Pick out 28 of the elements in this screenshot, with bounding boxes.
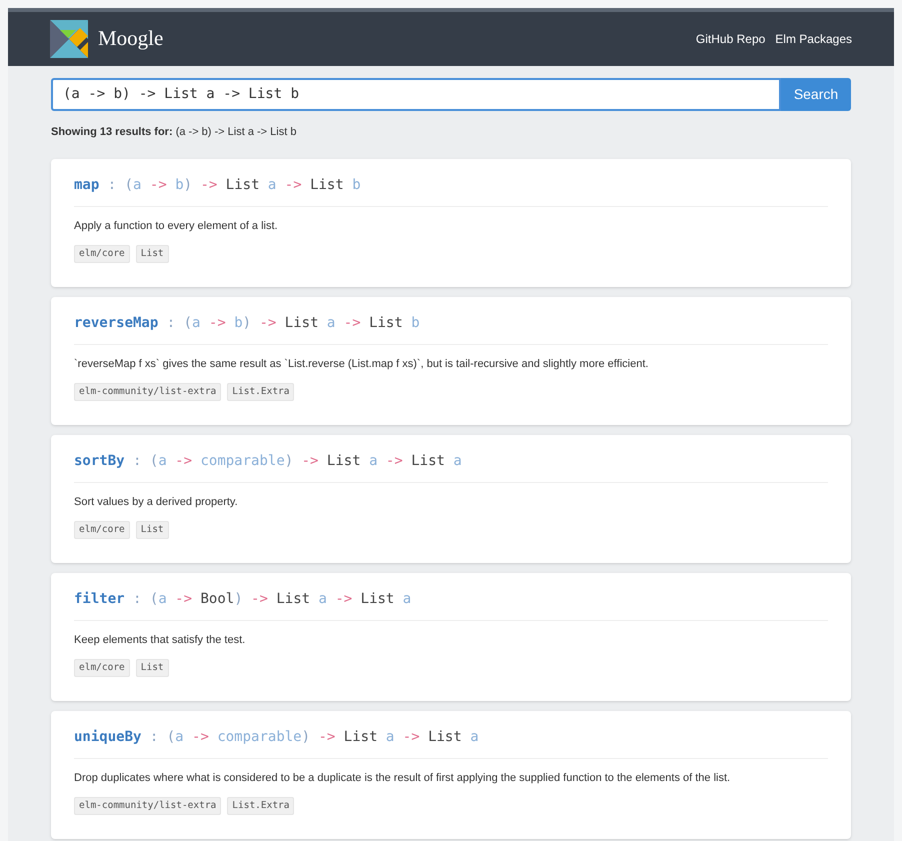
function-description: Apply a function to every element of a list.	[74, 218, 279, 234]
package-tag: List.Extra	[227, 383, 294, 402]
package-tag: elm-community/list-extra	[74, 383, 222, 402]
function-description: Drop duplicates where what is considered to be a duplicate is the result of first applying the supplied function to the elements of the list.	[74, 770, 732, 786]
package-tag: List	[136, 659, 169, 678]
package-tag: elm/core	[74, 245, 130, 264]
nav-link[interactable]: Elm Packages	[775, 30, 852, 48]
function-description: `reverseMap f xs` gives the same result as `List.reverse (List.map f xs)`, but is tail-recursive and slightly more efficient.	[74, 356, 650, 372]
function-signature: uniqueBy : (a -> comparable) -> List a -> List a	[74, 726, 828, 758]
function-signature: reverseMap : (a -> b) -> List a -> List b	[74, 312, 828, 344]
package-tag: elm-community/list-extra	[74, 797, 222, 816]
package-tag: elm/core	[74, 659, 130, 678]
search-field[interactable]: (a -> b) -> List a -> List b	[51, 78, 781, 111]
results-query: (a -> b) -> List a -> List b	[176, 126, 296, 138]
brand-name: Moogle	[98, 25, 164, 52]
package-tag: List.Extra	[227, 797, 294, 816]
package-tag: List	[136, 521, 169, 540]
nav-link[interactable]: GitHub Repo	[696, 30, 766, 48]
logo-icon	[50, 20, 88, 58]
results-count: Showing 13 results for:	[51, 126, 173, 138]
function-description: Sort values by a derived property.	[74, 494, 239, 510]
function-signature: filter : (a -> Bool) -> List a -> List a	[74, 588, 828, 620]
function-signature: map : (a -> b) -> List a -> List b	[74, 174, 828, 206]
function-signature: sortBy : (a -> comparable) -> List a -> List a	[74, 450, 828, 482]
function-description: Keep elements that satisfy the test.	[74, 632, 246, 648]
package-tag: List	[136, 245, 169, 264]
package-tag: elm/core	[74, 521, 130, 540]
search-button[interactable]: Search	[781, 78, 851, 111]
